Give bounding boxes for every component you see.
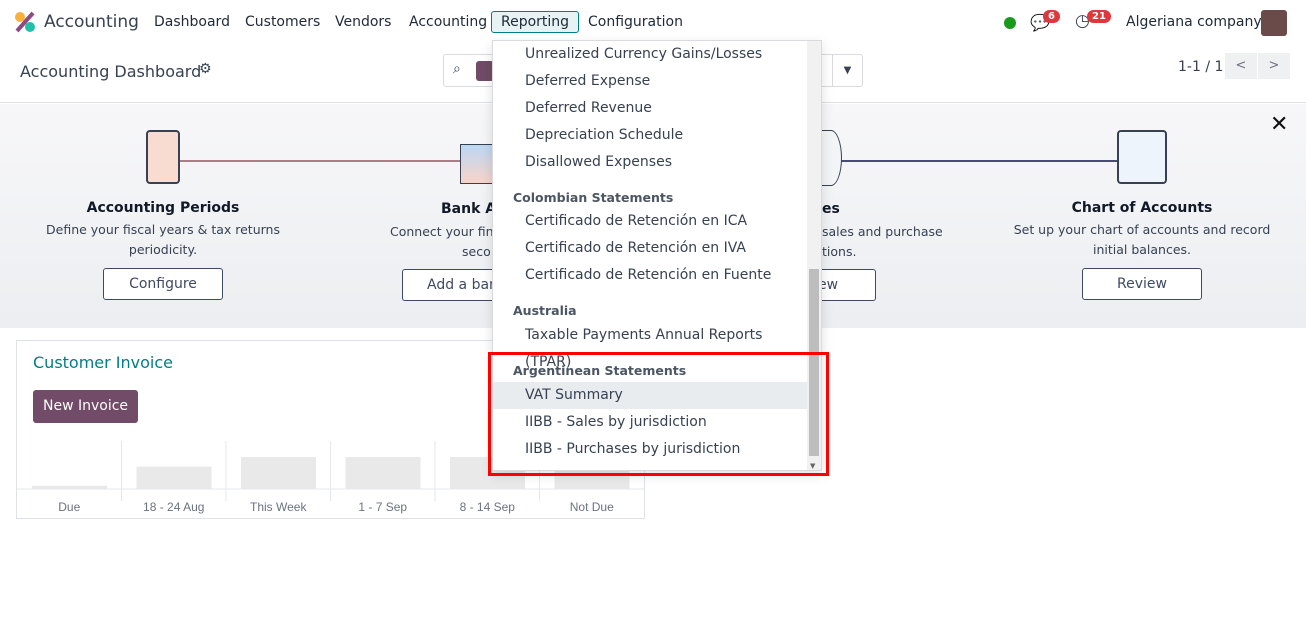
chart-tick-label: Due: [58, 500, 80, 514]
menu-dashboard[interactable]: Dashboard: [144, 11, 240, 33]
step-desc: sales and purchase: [822, 224, 943, 239]
search-icon: ⌕: [453, 61, 461, 77]
chart-tick-label: 1 - 7 Sep: [358, 500, 407, 514]
dropdown-item[interactable]: Depreciation Schedule: [493, 122, 807, 149]
step-chart-of-accounts: Chart of Accounts Set up your chart of a…: [1012, 130, 1272, 300]
chart-of-accounts-icon: [1117, 130, 1167, 184]
step-desc: Define your fiscal years & tax returns: [46, 222, 280, 237]
step-desc: Connect your fina: [390, 224, 502, 239]
app-name: Accounting: [44, 12, 139, 32]
step-desc: tions.: [822, 244, 857, 259]
odoo-app-icon: [15, 11, 35, 33]
bank-puzzle-icon: [460, 144, 496, 184]
presence-status-icon: [1004, 17, 1016, 29]
dropdown-section-header: Colombian Statements: [513, 190, 674, 205]
new-invoice-button[interactable]: New Invoice: [33, 390, 139, 423]
chart-bar[interactable]: [345, 457, 421, 489]
dropdown-item[interactable]: Deferred Expense: [493, 68, 807, 95]
chart-bar[interactable]: [241, 457, 316, 489]
dropdown-item[interactable]: Deferred Revenue: [493, 95, 807, 122]
step-accounting-periods: Accounting Periods Define your fiscal ye…: [33, 130, 293, 300]
chart-tick-label: 8 - 14 Sep: [460, 500, 516, 514]
messages-badge: 6: [1043, 10, 1060, 23]
dropdown-item[interactable]: Disallowed Expenses: [493, 149, 807, 176]
menu-accounting[interactable]: Accounting: [399, 11, 497, 33]
calendar-icon: [146, 130, 180, 184]
step-desc: Set up your chart of accounts and record: [1013, 222, 1271, 237]
dropdown-item[interactable]: Taxable Payments Annual Reports (TPAR): [493, 322, 807, 370]
menu-vendors[interactable]: Vendors: [325, 11, 401, 33]
step-title: es: [822, 201, 840, 217]
gear-icon[interactable]: ⚙: [199, 61, 212, 77]
step-desc: initial balances.: [1092, 242, 1192, 257]
menu-reporting[interactable]: Reporting: [491, 11, 580, 33]
chart-tick-label: 18 - 24 Aug: [143, 500, 204, 514]
company-switcher[interactable]: Algeriana company: [1126, 14, 1262, 30]
search-options-toggle[interactable]: ▼: [832, 55, 862, 86]
dropdown-item[interactable]: Unrealized Currency Gains/Losses: [493, 41, 807, 68]
pager-value: 1-1 / 1: [1178, 59, 1224, 75]
pager-previous-button[interactable]: <: [1225, 53, 1257, 79]
dropdown-item[interactable]: Certificado de Retención en Fuente: [493, 262, 807, 289]
pager-next-button[interactable]: >: [1258, 53, 1290, 79]
journal-title[interactable]: Customer Invoice: [33, 353, 173, 372]
step-desc: seco: [462, 244, 491, 259]
step-title: Bank A: [441, 201, 497, 217]
highlight-box: [488, 352, 829, 476]
dropdown-item[interactable]: Certificado de Retención en ICA: [493, 208, 807, 235]
step-title: Chart of Accounts: [1071, 200, 1213, 216]
menu-customers[interactable]: Customers: [235, 11, 330, 33]
step-desc: periodicity.: [128, 242, 198, 257]
configure-button[interactable]: Configure: [103, 268, 223, 300]
user-avatar[interactable]: [1261, 10, 1287, 36]
chart-bar[interactable]: [136, 466, 212, 489]
dropdown-section-header: Australia: [513, 303, 577, 318]
dropdown-item[interactable]: Certificado de Retención en IVA: [493, 235, 807, 262]
activities-badge: 21: [1087, 10, 1111, 23]
app-brand[interactable]: Accounting: [14, 11, 139, 33]
chart-tick-label: Not Due: [570, 500, 614, 514]
page-title: Accounting Dashboard: [20, 62, 202, 81]
review-button[interactable]: Review: [1082, 268, 1202, 300]
step-title: Accounting Periods: [86, 200, 240, 216]
add-bank-button[interactable]: Add a ban: [402, 269, 502, 301]
close-onboarding-icon[interactable]: ✕: [1270, 112, 1288, 137]
taxes-icon: [820, 130, 842, 186]
chart-tick-label: This Week: [250, 500, 307, 514]
menu-configuration[interactable]: Configuration: [578, 11, 693, 33]
